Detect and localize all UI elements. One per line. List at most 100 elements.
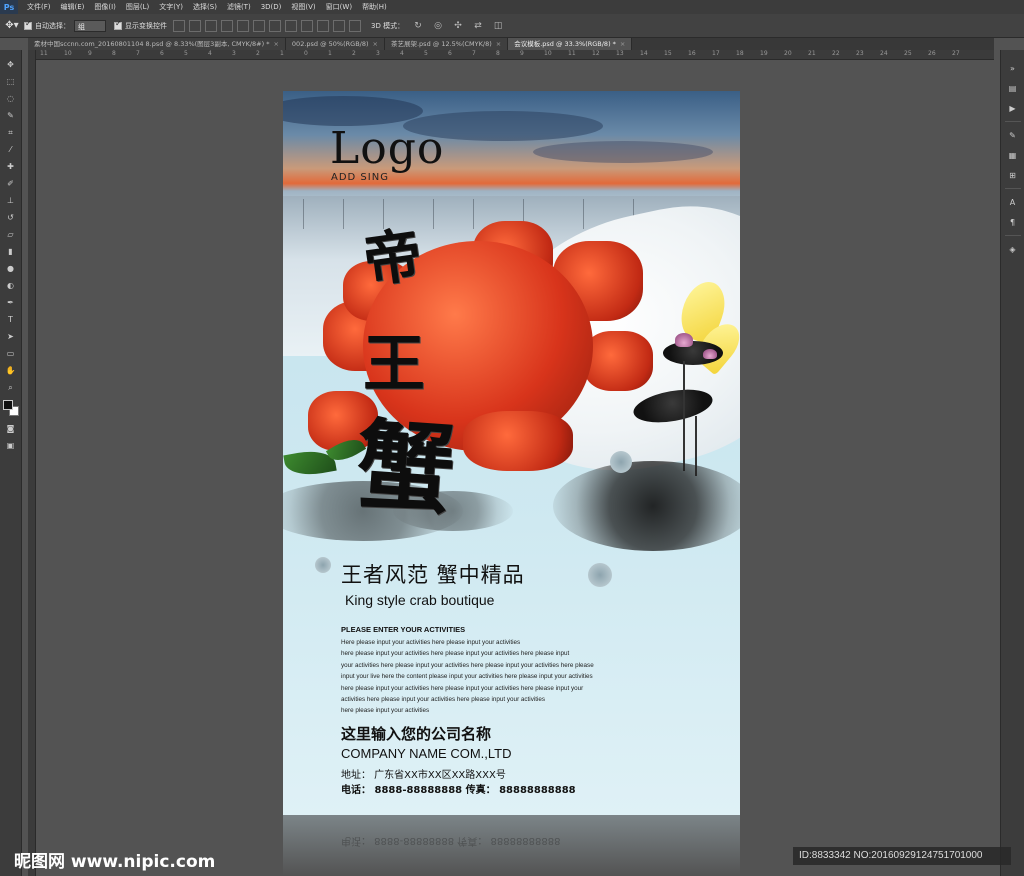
ruler-tick-label: 23 (856, 50, 864, 57)
rotate-3d-icon[interactable]: ↻ (412, 20, 424, 32)
healing-brush-tool-icon[interactable]: ✚ (3, 159, 19, 174)
crop-tool-icon[interactable]: ⌗ (3, 125, 19, 140)
fishing-pole (303, 199, 304, 229)
company-address: 地址： 广东省XX市XX区XX路XXX号 (341, 770, 506, 781)
ruler-tick-label: 3 (376, 50, 380, 57)
history-panel-icon[interactable]: ▤ (1005, 81, 1021, 95)
document-tabs: 素材中国sccnn.com_20160801104 8.psd @ 8.33%(… (28, 38, 994, 50)
distribute-left-icon[interactable] (317, 19, 329, 32)
dodge-tool-icon[interactable]: ◐ (3, 278, 19, 293)
color-swatches[interactable] (2, 400, 19, 416)
quick-select-tool-icon[interactable]: ✎ (3, 108, 19, 123)
ruler-left[interactable] (28, 50, 36, 876)
scale-3d-icon[interactable]: ◫ (492, 20, 504, 32)
cloud (533, 141, 713, 163)
document-canvas[interactable]: Logo ADD SING 帝 王 蟹 王者风范 蟹中精品 King style… (283, 91, 740, 815)
align-bottom-icon[interactable] (205, 19, 217, 32)
roll-3d-icon[interactable]: ◎ (432, 20, 444, 32)
menu-layer[interactable]: 图层(L) (121, 2, 154, 12)
history-brush-tool-icon[interactable]: ↺ (3, 210, 19, 225)
ruler-tick-label: 9 (520, 50, 524, 57)
slide-3d-icon[interactable]: ⇄ (472, 20, 484, 32)
activities-text: Here please input your activities here p… (341, 637, 671, 717)
marquee-tool-icon[interactable]: ⬚ (3, 74, 19, 89)
ruler-tick-label: 7 (472, 50, 476, 57)
close-icon[interactable]: × (373, 38, 378, 50)
distribute-vcenter-icon[interactable] (285, 19, 297, 32)
type-tool-icon[interactable]: T (3, 312, 19, 327)
close-icon[interactable]: × (620, 38, 625, 50)
paragraph-panel-icon[interactable]: ¶ (1005, 215, 1021, 229)
clone-source-icon[interactable]: ⊞ (1005, 168, 1021, 182)
align-hcenter-icon[interactable] (237, 19, 249, 32)
foreground-color-swatch[interactable] (2, 400, 13, 410)
brush-presets-icon[interactable]: ▦ (1005, 148, 1021, 162)
photoshop-logo: Ps (0, 0, 18, 14)
align-top-icon[interactable] (173, 19, 185, 32)
character-panel-icon[interactable]: A (1005, 195, 1021, 209)
ruler-tick-label: 12 (592, 50, 600, 57)
ruler-tick-label: 8 (112, 50, 116, 57)
close-icon[interactable]: × (496, 38, 501, 50)
zoom-tool-icon[interactable]: ⌕ (3, 380, 19, 395)
lasso-tool-icon[interactable]: ◌ (3, 91, 19, 106)
dock-divider (1004, 121, 1021, 122)
ink-wash (553, 461, 740, 551)
pan-3d-icon[interactable]: ✣ (452, 20, 464, 32)
shape-tool-icon[interactable]: ▭ (3, 346, 19, 361)
show-transform-checkbox[interactable] (114, 19, 122, 30)
move-tool-icon[interactable]: ✥ (3, 57, 19, 72)
tab-document-2[interactable]: 002.psd @ 50%(RGB/8) × (285, 38, 385, 50)
align-left-icon[interactable] (221, 19, 233, 32)
gradient-tool-icon[interactable]: ▮ (3, 244, 19, 259)
tab-document-1[interactable]: 素材中国sccnn.com_20160801104 8.psd @ 8.33%(… (28, 38, 286, 50)
brush-panel-icon[interactable]: ✎ (1005, 128, 1021, 142)
company-name-english: COMPANY NAME COM.,LTD (341, 746, 512, 761)
path-select-tool-icon[interactable]: ➤ (3, 329, 19, 344)
distribute-right-icon[interactable] (349, 19, 361, 32)
eraser-tool-icon[interactable]: ▱ (3, 227, 19, 242)
hand-tool-icon[interactable]: ✋ (3, 363, 19, 378)
close-icon[interactable]: × (273, 38, 278, 50)
activities-line: here please input your activities here p… (341, 650, 570, 658)
ruler-tick-label: 18 (736, 50, 744, 57)
distribute-hcenter-icon[interactable] (333, 19, 345, 32)
menu-select[interactable]: 选择(S) (188, 2, 222, 12)
ruler-tick-label: 16 (688, 50, 696, 57)
quick-mask-icon[interactable]: ◙ (3, 421, 19, 436)
menu-3d[interactable]: 3D(D) (256, 3, 287, 11)
ink-dot (610, 451, 632, 473)
tab-document-4[interactable]: 会议模板.psd @ 33.3%(RGB/8) * × (508, 38, 633, 50)
collapse-panels-icon[interactable]: » (1005, 61, 1021, 75)
blur-tool-icon[interactable]: ● (3, 261, 19, 276)
distribute-bottom-icon[interactable] (301, 19, 313, 32)
logo-subtitle: ADD SING (331, 172, 389, 183)
lotus-stem (683, 361, 685, 471)
menu-type[interactable]: 文字(Y) (154, 2, 188, 12)
3d-panel-icon[interactable]: ◈ (1005, 242, 1021, 256)
ruler-tick-label: 4 (208, 50, 212, 57)
align-vcenter-icon[interactable] (189, 19, 201, 32)
menu-help[interactable]: 帮助(H) (357, 2, 392, 12)
tab-document-3[interactable]: 茶艺展架.psd @ 12.5%(CMYK/8) × (384, 38, 509, 50)
distribute-top-icon[interactable] (269, 19, 281, 32)
menu-image[interactable]: 图像(I) (89, 2, 121, 12)
move-tool-preset-icon[interactable]: ✥▾ (0, 16, 24, 36)
menu-view[interactable]: 视图(V) (286, 2, 320, 12)
ruler-top[interactable]: 11 10 9 8 7 6 5 4 3 2 1 0 1 2 3 4 5 6 7 8 9 10 11 12 13 14 15 16 17 1… (36, 50, 994, 60)
align-right-icon[interactable] (253, 19, 265, 32)
menu-window[interactable]: 窗口(W) (321, 2, 357, 12)
clone-stamp-tool-icon[interactable]: ⊥ (3, 193, 19, 208)
auto-select-checkbox[interactable] (24, 19, 32, 30)
menu-filter[interactable]: 滤镜(T) (222, 2, 256, 12)
properties-panel-icon[interactable]: ▶ (1005, 101, 1021, 115)
pen-tool-icon[interactable]: ✒ (3, 295, 19, 310)
brush-tool-icon[interactable]: ✐ (3, 176, 19, 191)
menu-file[interactable]: 文件(F) (22, 2, 56, 12)
ruler-tick-label: 19 (760, 50, 768, 57)
screen-mode-icon[interactable]: ▣ (3, 438, 19, 453)
menu-edit[interactable]: 编辑(E) (56, 2, 90, 12)
fishing-pole (473, 199, 474, 229)
eyedropper-tool-icon[interactable]: ⁄ (3, 142, 19, 157)
auto-select-dropdown[interactable]: 组 (74, 19, 106, 32)
